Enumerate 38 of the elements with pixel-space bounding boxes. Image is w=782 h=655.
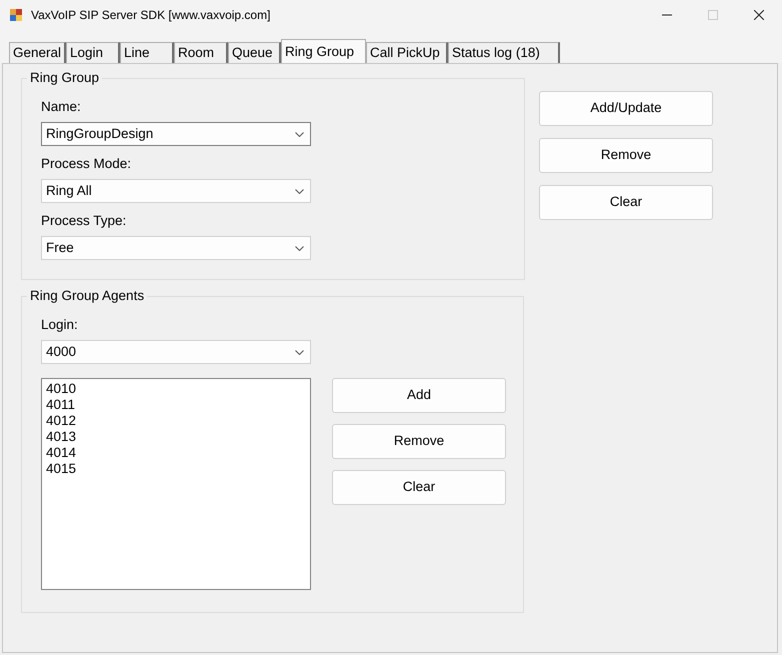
tab[interactable]: General	[9, 42, 66, 63]
dropdown[interactable]: RingGroupDesign	[41, 122, 311, 146]
action-button[interactable]: Remove	[332, 424, 506, 459]
tab[interactable]: Line	[120, 42, 174, 63]
tab[interactable]: Status log (18)	[448, 42, 560, 63]
app-icon	[9, 8, 23, 22]
dropdown[interactable]: 4000	[41, 340, 311, 364]
chevron-down-icon	[295, 246, 304, 250]
list-item[interactable]: 4014	[46, 445, 306, 461]
list-item[interactable]: 4012	[46, 413, 306, 429]
list-item[interactable]: 4011	[46, 397, 306, 413]
field-label: Process Mode:	[41, 156, 132, 172]
action-button[interactable]: Clear	[539, 185, 713, 220]
dropdown[interactable]: Ring All	[41, 179, 311, 203]
window-title: VaxVoIP SIP Server SDK [www.vaxvoip.com]	[31, 7, 272, 24]
field-label: Name:	[41, 99, 82, 115]
group-title: Ring Group Agents	[27, 288, 148, 304]
tab[interactable]: Queue	[228, 42, 282, 63]
group-title: Ring Group	[27, 70, 102, 86]
action-button[interactable]: Add/Update	[539, 91, 713, 126]
action-button[interactable]: Clear	[332, 470, 506, 505]
tab[interactable]: Call PickUp	[366, 42, 448, 63]
chevron-down-icon	[295, 132, 304, 136]
dropdown[interactable]: Free	[41, 236, 311, 260]
action-button[interactable]: Add	[332, 378, 506, 413]
action-button[interactable]: Remove	[539, 138, 713, 173]
field-label: Process Type:	[41, 213, 128, 229]
tab[interactable]: Login	[66, 42, 120, 63]
agent-list[interactable]: 4010 4011 4012 4013 4014 4015	[41, 378, 311, 590]
list-item[interactable]: 4013	[46, 429, 306, 445]
list-item[interactable]: 4015	[46, 461, 306, 477]
chevron-down-icon	[295, 350, 304, 354]
tab[interactable]: Ring Group	[281, 39, 366, 63]
field-label: Login:	[41, 317, 79, 333]
close-icon[interactable]	[754, 10, 764, 20]
list-item[interactable]: 4010	[46, 381, 306, 397]
tab[interactable]: Room	[174, 42, 228, 63]
chevron-down-icon	[295, 188, 304, 194]
